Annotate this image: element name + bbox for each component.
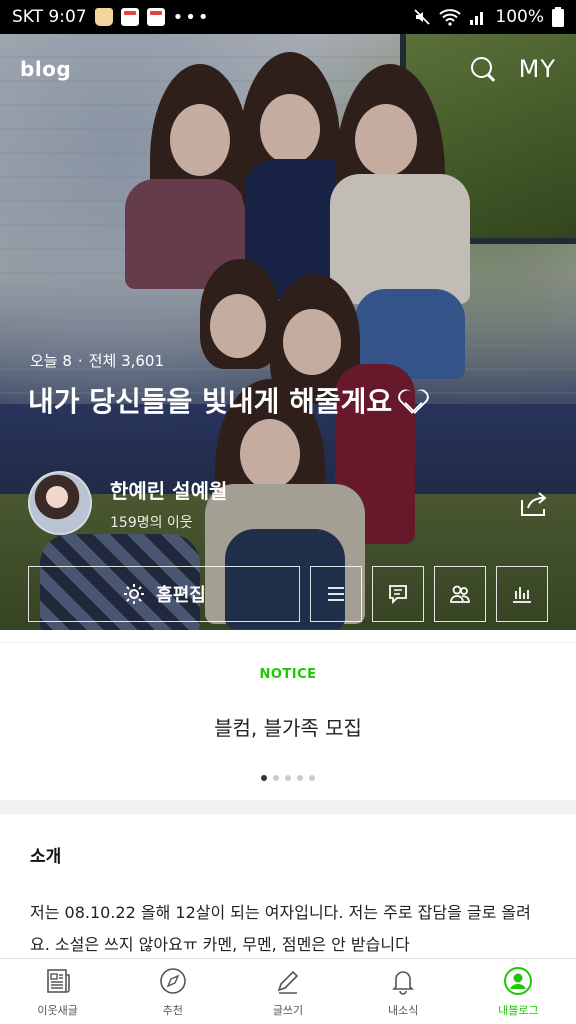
- today-count: 오늘 8: [30, 352, 72, 370]
- share-icon[interactable]: [518, 490, 550, 518]
- compass-icon: [159, 967, 186, 994]
- avatar[interactable]: [28, 471, 92, 535]
- mute-icon: [414, 9, 431, 25]
- list-icon: [328, 587, 344, 601]
- nav-label: 추천: [162, 1003, 183, 1017]
- signal-icon: [470, 12, 484, 25]
- statistics-button[interactable]: [496, 566, 548, 622]
- wifi-icon: [439, 9, 462, 26]
- pencil-icon: [277, 970, 299, 994]
- visitor-stats: 오늘 8 · 전체 3,601: [30, 350, 164, 371]
- notice-section[interactable]: NOTICE 블컴, 블가족 모집: [0, 642, 576, 800]
- blog-title: 내가 당신들을 빛내게 해줄게요: [28, 380, 426, 420]
- bell-icon: [392, 970, 415, 995]
- calendar-icon: [146, 8, 165, 26]
- notice-label: NOTICE: [259, 667, 317, 682]
- guestbook-button[interactable]: [372, 566, 424, 622]
- blog-logo[interactable]: blog: [20, 57, 71, 81]
- intro-body: 저는 08.10.22 올해 12살이 되는 여자입니다. 저는 주로 잡담을 …: [30, 903, 531, 954]
- page-dot[interactable]: [309, 775, 315, 781]
- notice-title[interactable]: 블컴, 블가족 모집: [0, 712, 576, 741]
- bottom-navigation: 이웃새글 추천 글쓰기 내소식 내블로그: [0, 958, 576, 1024]
- stats-separator: ·: [77, 351, 83, 370]
- more-notifications: •••: [172, 6, 211, 28]
- intro-title: 소개: [30, 847, 62, 867]
- page-dot[interactable]: [273, 775, 279, 781]
- blog-cover: blog MY 오늘 8 · 전체 3,601 내가 당신들을 빛내게 해줄게요…: [0, 34, 576, 630]
- page-dot[interactable]: [297, 775, 303, 781]
- blog-action-row: 홈편집: [28, 566, 548, 622]
- home-edit-button[interactable]: 홈편집: [28, 566, 300, 622]
- heart-icon: [400, 388, 426, 412]
- cover-overlay: [0, 34, 576, 630]
- owner-name[interactable]: 한예린 설예월: [110, 475, 227, 504]
- blog-title-text: 내가 당신들을 빛내게 해줄게요: [28, 385, 393, 418]
- nav-label: 이웃새글: [37, 1003, 78, 1017]
- nav-neighbor-posts[interactable]: 이웃새글: [0, 959, 115, 1024]
- gear-icon: [124, 584, 145, 604]
- battery-icon: [552, 7, 564, 27]
- nav-write[interactable]: 글쓰기: [230, 959, 345, 1024]
- calendar-icon: [120, 8, 139, 26]
- newspaper-icon: [46, 968, 70, 993]
- page-dot[interactable]: [261, 775, 267, 781]
- bar-chart-icon: [513, 587, 531, 603]
- people-icon: [450, 585, 470, 603]
- nav-label: 내소식: [388, 1003, 419, 1017]
- blog-owner[interactable]: 한예린 설예월 159명의 이웃: [28, 471, 227, 535]
- nav-label: 내블로그: [498, 1003, 539, 1017]
- top-bar: blog MY: [0, 34, 576, 104]
- profile-icon: [504, 966, 533, 995]
- notice-pagination: [0, 775, 576, 781]
- nav-notifications[interactable]: 내소식: [346, 959, 461, 1024]
- neighbors-button[interactable]: [434, 566, 486, 622]
- battery-level: 100%: [495, 7, 544, 27]
- total-count: 전체 3,601: [88, 352, 165, 370]
- status-bar: SKT 9:07 ••• 100%: [0, 0, 576, 34]
- nav-label: 글쓰기: [272, 1003, 304, 1017]
- comment-icon: [389, 585, 407, 605]
- neighbor-count[interactable]: 159명의 이웃: [110, 512, 227, 532]
- post-list-button[interactable]: [310, 566, 362, 622]
- nav-recommend[interactable]: 추천: [115, 959, 230, 1024]
- page-dot[interactable]: [285, 775, 291, 781]
- my-button[interactable]: MY: [519, 55, 556, 83]
- search-icon[interactable]: [469, 55, 497, 83]
- section-divider: [0, 800, 576, 814]
- nav-my-blog[interactable]: 내블로그: [461, 959, 576, 1024]
- intro-section: 소개 저는 08.10.22 올해 12살이 되는 여자입니다. 저는 주로 잡…: [0, 814, 576, 964]
- birthday-cake-icon: [94, 8, 113, 26]
- home-edit-label: 홈편집: [156, 585, 206, 606]
- carrier-time: SKT 9:07: [12, 7, 87, 27]
